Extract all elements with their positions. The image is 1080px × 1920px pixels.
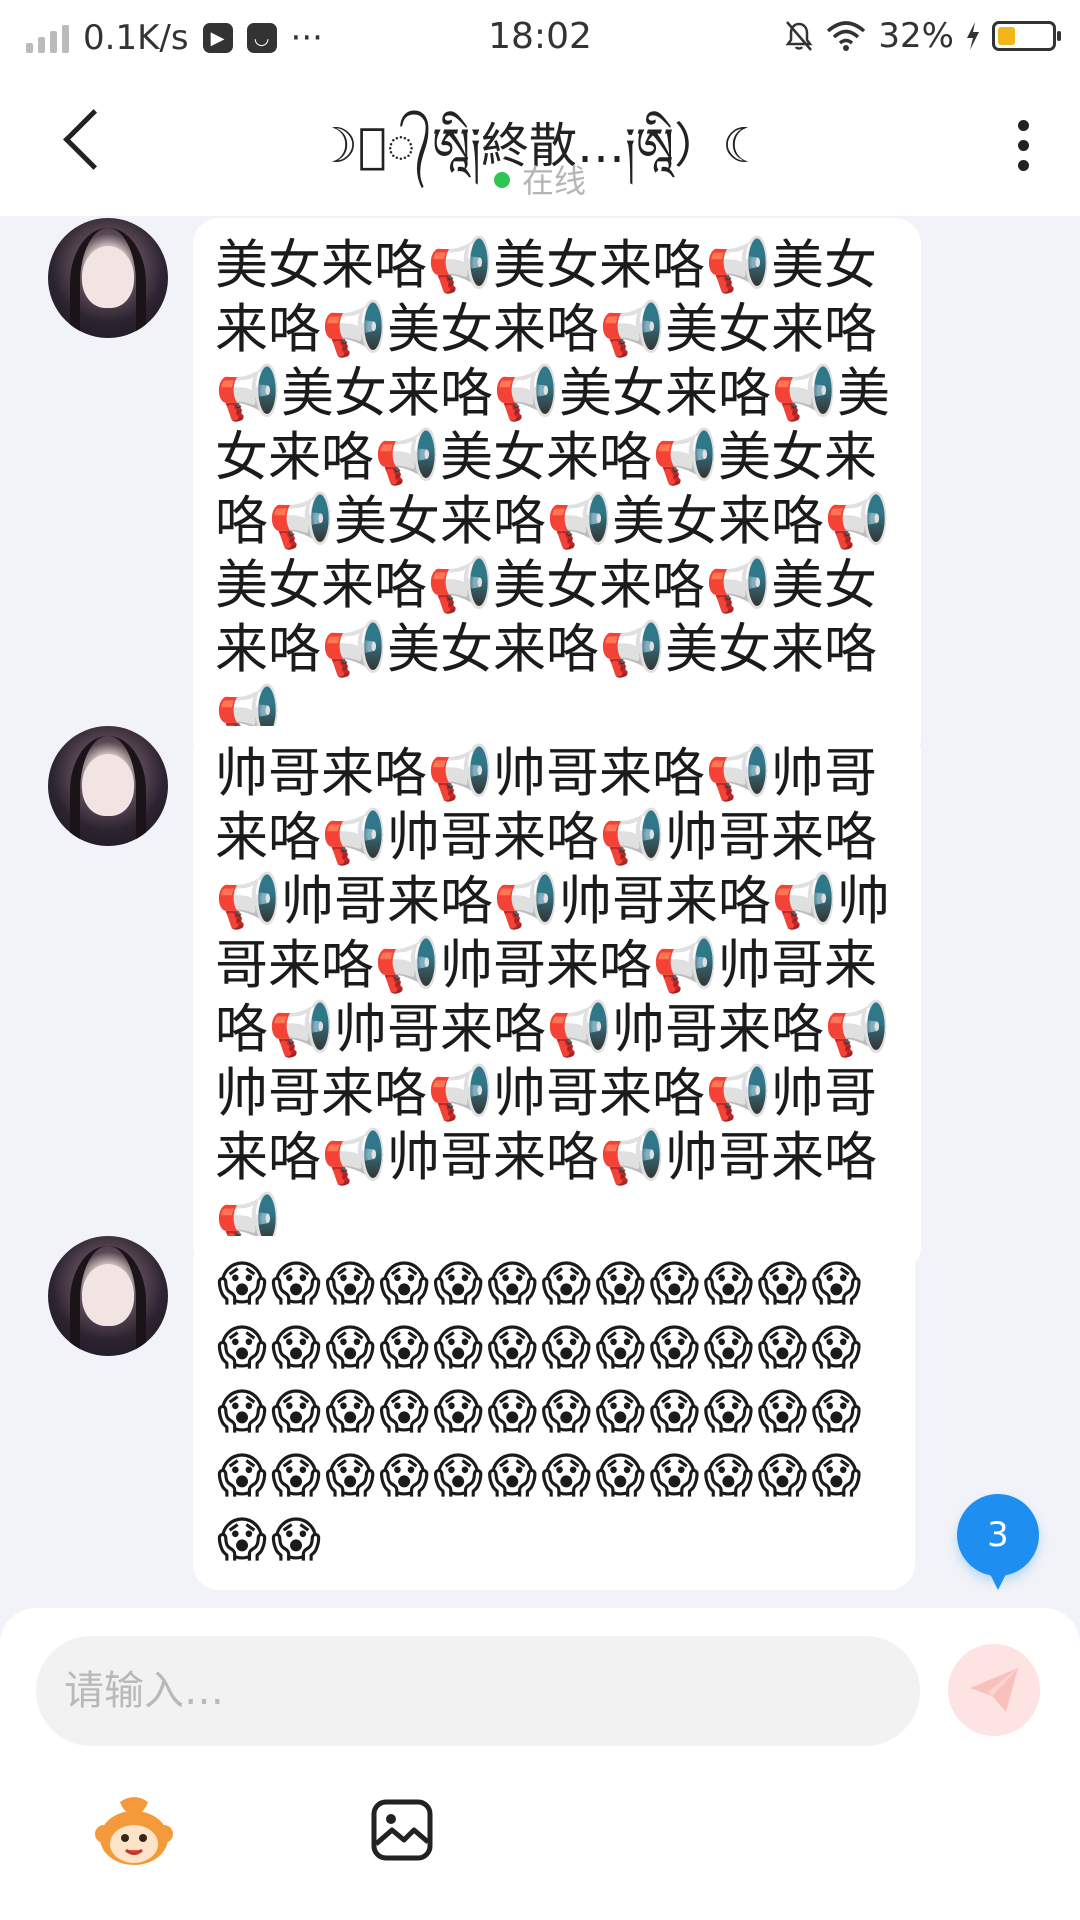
avatar[interactable] (48, 726, 168, 846)
battery-icon (992, 21, 1061, 51)
online-label: 在线 (521, 162, 586, 200)
avatar[interactable] (48, 218, 168, 338)
message-bubble[interactable]: 美女来咯📢美女来咯📢美女来咯📢美女来咯📢美女来咯📢美女来咯📢美女来咯📢美女来咯📢… (193, 218, 921, 764)
status-right: 32% (784, 16, 1061, 56)
image-icon[interactable] (370, 1798, 434, 1862)
avatar[interactable] (48, 1236, 168, 1356)
message-input[interactable]: 请输入… (36, 1636, 920, 1746)
status-bar: 0.1K/s ▶ ◡ ··· 18:02 32% (0, 0, 1080, 76)
chat-header: ☽ꦿ᭄ཨཱི༏終散…༏ཨཱི）☾ 在线 (0, 76, 1080, 216)
online-status: 在线 (0, 156, 1080, 202)
more-vertical-icon[interactable] (1018, 120, 1032, 180)
send-icon (970, 1668, 1018, 1712)
message-bubble[interactable]: 帅哥来咯📢帅哥来咯📢帅哥来咯📢帅哥来咯📢帅哥来咯📢帅哥来咯📢帅哥来咯📢帅哥来咯📢… (193, 726, 921, 1272)
battery-level (998, 27, 1015, 45)
message-bubble[interactable]: 😱😱😱😱😱😱😱😱😱😱😱😱😱😱😱😱😱😱😱😱😱😱😱😱😱😱😱😱😱😱😱😱😱😱😱😱😱😱😱😱… (193, 1236, 915, 1590)
send-button[interactable] (948, 1644, 1040, 1736)
monkey-mascot-icon[interactable] (92, 1794, 176, 1868)
composer-bar: 请输入… (0, 1608, 1080, 1920)
unread-count-badge[interactable]: 3 (957, 1494, 1039, 1590)
battery-percent: 32% (878, 16, 954, 56)
charging-icon (967, 22, 979, 50)
wifi-icon (827, 21, 866, 51)
online-dot-icon (493, 172, 510, 188)
mute-bell-icon (785, 21, 813, 51)
